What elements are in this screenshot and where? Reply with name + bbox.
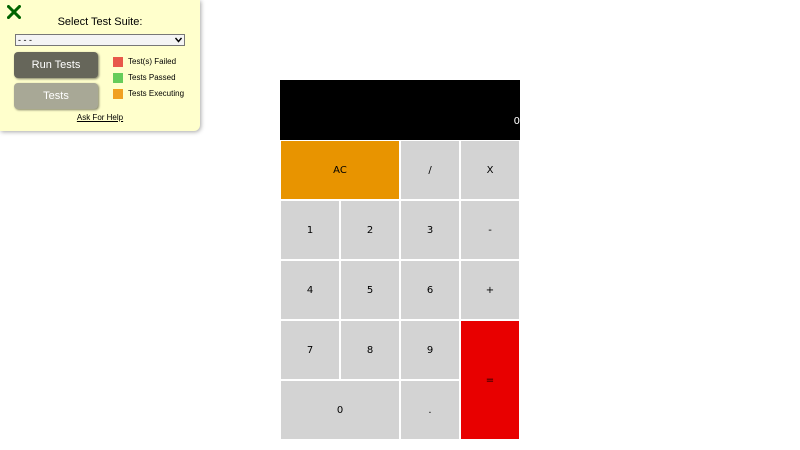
add-button[interactable]: + [460,260,520,320]
suite-label: Select Test Suite: [57,16,143,28]
run-tests-button[interactable]: Run Tests [14,52,98,78]
digit-9-button[interactable]: 9 [400,320,460,380]
legend-passed-label: Tests Passed [128,73,176,82]
test-suite-select[interactable]: - - - [15,34,185,46]
digit-1-button[interactable]: 1 [280,200,340,260]
legend-failed: Test(s) Failed [113,57,176,67]
decimal-button[interactable]: . [400,380,460,440]
calculator: 0 AC / X 1 2 3 - 4 5 6 + 7 8 9 = 0 . [280,80,520,440]
passed-swatch [113,73,123,83]
tests-button[interactable]: Tests [14,83,98,109]
digit-7-button[interactable]: 7 [280,320,340,380]
calculator-display: 0 [280,80,520,140]
legend-passed: Tests Passed [113,73,176,83]
digit-8-button[interactable]: 8 [340,320,400,380]
digit-4-button[interactable]: 4 [280,260,340,320]
divide-button[interactable]: / [400,140,460,200]
subtract-button[interactable]: - [460,200,520,260]
digit-3-button[interactable]: 3 [400,200,460,260]
equals-button[interactable]: = [460,320,520,440]
display-value: 0 [513,116,520,127]
test-suite-selected-value: - - - [18,35,32,45]
legend-executing-label: Tests Executing [128,89,185,98]
legend-failed-label: Test(s) Failed [128,57,177,66]
test-panel: Select Test Suite: - - - Run Tests Tests… [0,0,200,131]
digit-0-button[interactable]: 0 [280,380,400,440]
clear-button[interactable]: AC [280,140,400,200]
digit-2-button[interactable]: 2 [340,200,400,260]
multiply-button[interactable]: X [460,140,520,200]
executing-swatch [113,89,123,99]
ask-for-help-link[interactable]: Ask For Help [0,113,200,122]
legend-executing: Tests Executing [113,89,184,99]
digit-5-button[interactable]: 5 [340,260,400,320]
digit-6-button[interactable]: 6 [400,260,460,320]
failed-swatch [113,57,123,67]
